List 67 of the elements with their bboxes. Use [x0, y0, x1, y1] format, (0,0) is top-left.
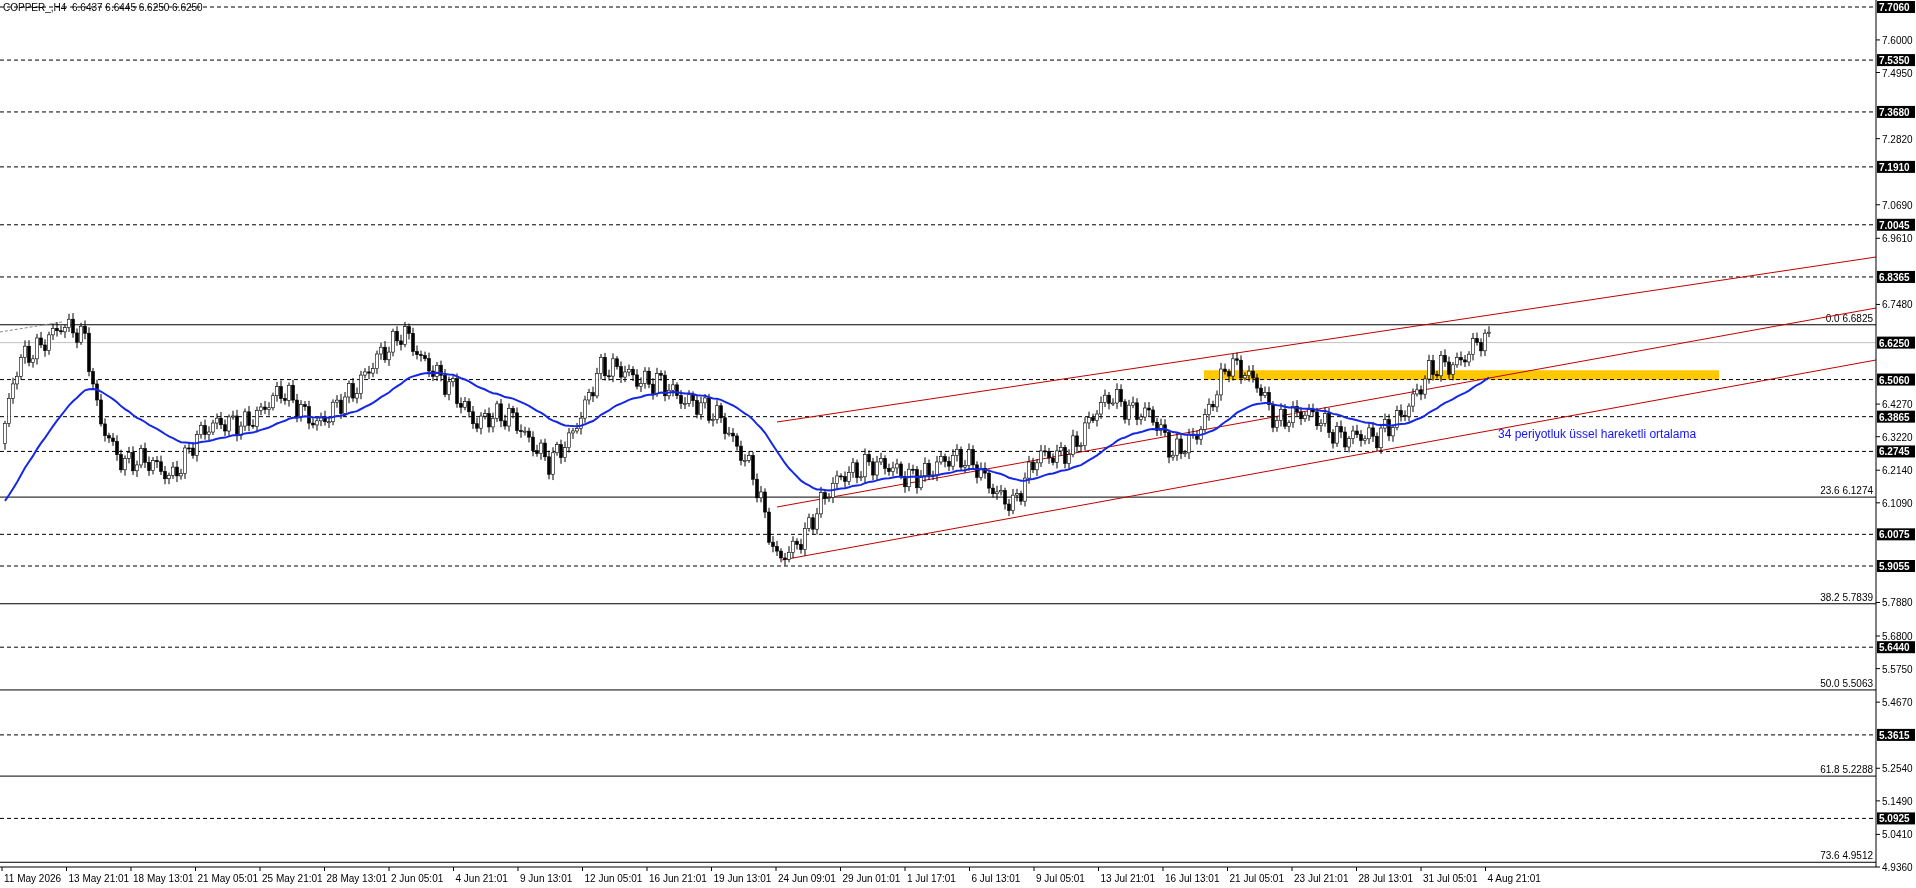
price-label: 7.7060	[1877, 1, 1915, 13]
price-label: 7.5350	[1877, 54, 1915, 67]
time-axis-label: 2 Jun 05:01	[391, 873, 444, 884]
price-axis-label: 4.9360	[1882, 862, 1913, 873]
price-label: 7.1910	[1877, 160, 1915, 173]
time-axis-label: 16 Jun 21:01	[649, 873, 707, 884]
price-label: 5.0925	[1877, 812, 1915, 825]
time-axis-label: 11 May 2026	[4, 873, 62, 884]
fibonacci-label: 38.2 5.7839	[1820, 591, 1873, 603]
price-axis-label: 6.4270	[1882, 399, 1913, 411]
fibonacci-label: 61.8 5.2288	[1820, 764, 1873, 776]
ohlc-values: 6.6437 6.6445 6.6250 6.6250	[72, 2, 203, 13]
fibonacci-label: 23.6 6.1274	[1820, 485, 1873, 497]
time-axis-label: 28 Jul 13:01	[1358, 873, 1413, 884]
price-axis-label: 5.7880	[1882, 597, 1913, 609]
price-label: 6.2745	[1877, 445, 1915, 458]
time-axis-label: 13 May 21:01	[68, 873, 130, 884]
time-axis-label: 16 Jul 13:01	[1165, 873, 1220, 884]
time-axis-label: 9 Jul 05:01	[1036, 873, 1085, 884]
trend-line	[0, 321, 63, 333]
price-axis-label: 6.1090	[1882, 497, 1913, 509]
time-axis-label: 18 May 13:01	[133, 873, 194, 884]
time-axis-label: 9 Jun 13:01	[520, 873, 573, 884]
price-axis-label: 7.6000	[1882, 34, 1913, 46]
price-axis-label: 5.1490	[1882, 795, 1913, 807]
time-axis-label: 4 Jun 21:01	[455, 873, 508, 884]
price-axis-label: 5.6800	[1882, 631, 1913, 642]
price-label: 5.3615	[1877, 728, 1915, 741]
time-axis-label: 4 Aug 21:01	[1487, 873, 1541, 884]
price-label: 6.3865	[1877, 410, 1915, 423]
price-label: 5.9055	[1877, 560, 1915, 572]
chart-title: COPPER_,H4	[3, 2, 67, 13]
fibonacci-label: 0.0 6.6825	[1825, 312, 1873, 324]
time-axis-label: 31 Jul 05:01	[1423, 873, 1478, 884]
price-label: 6.6250	[1877, 336, 1915, 349]
annotation-text: 34 periyotluk üssel hareketli ortalama	[1498, 427, 1697, 441]
price-axis-label: 7.4950	[1882, 67, 1913, 79]
fibonacci-label: 73.6 4.9512	[1820, 850, 1873, 862]
price-axis-label: 5.0410	[1882, 829, 1913, 841]
time-axis-label: 21 Jul 05:01	[1229, 873, 1284, 884]
price-axis-label: 6.2140	[1882, 465, 1913, 477]
price-label: 6.5060	[1877, 373, 1915, 386]
price-axis-label: 7.2820	[1882, 133, 1913, 145]
price-axis-label: 5.2540	[1882, 763, 1913, 775]
price-axis-label: 5.4670	[1882, 697, 1913, 709]
time-axis-label: 25 May 21:01	[262, 873, 323, 884]
price-axis-label: 7.0690	[1882, 199, 1913, 211]
price-axis-label: 6.7480	[1882, 299, 1913, 311]
time-axis-label: 12 Jun 05:01	[584, 873, 643, 884]
time-axis-label: 24 Jun 09:01	[778, 873, 836, 884]
time-axis-label: 6 Jul 13:01	[971, 873, 1021, 884]
price-label: 6.8365	[1877, 270, 1915, 283]
time-axis-label: 23 Jul 21:01	[1294, 873, 1349, 884]
price-label: 6.0075	[1877, 528, 1915, 541]
time-axis-label: 29 Jun 01:01	[842, 873, 901, 884]
time-axis-label: 13 Jul 21:01	[1100, 873, 1155, 884]
price-label: 5.6440	[1877, 641, 1915, 654]
price-label: 7.0045	[1877, 218, 1915, 231]
time-axis-label: 1 Jul 17:01	[907, 873, 956, 884]
price-axis-label: 6.3220	[1882, 431, 1913, 443]
price-axis-label: 5.5750	[1882, 663, 1913, 675]
time-axis-label: 21 May 05:01	[197, 873, 259, 884]
time-axis-label: 28 May 13:01	[326, 873, 388, 884]
time-axis-label: 19 Jun 13:01	[713, 873, 772, 884]
fibonacci-label: 50.0 5.5063	[1820, 677, 1873, 689]
price-axis-label: 6.9610	[1882, 233, 1913, 245]
price-label: 7.3680	[1877, 105, 1915, 118]
